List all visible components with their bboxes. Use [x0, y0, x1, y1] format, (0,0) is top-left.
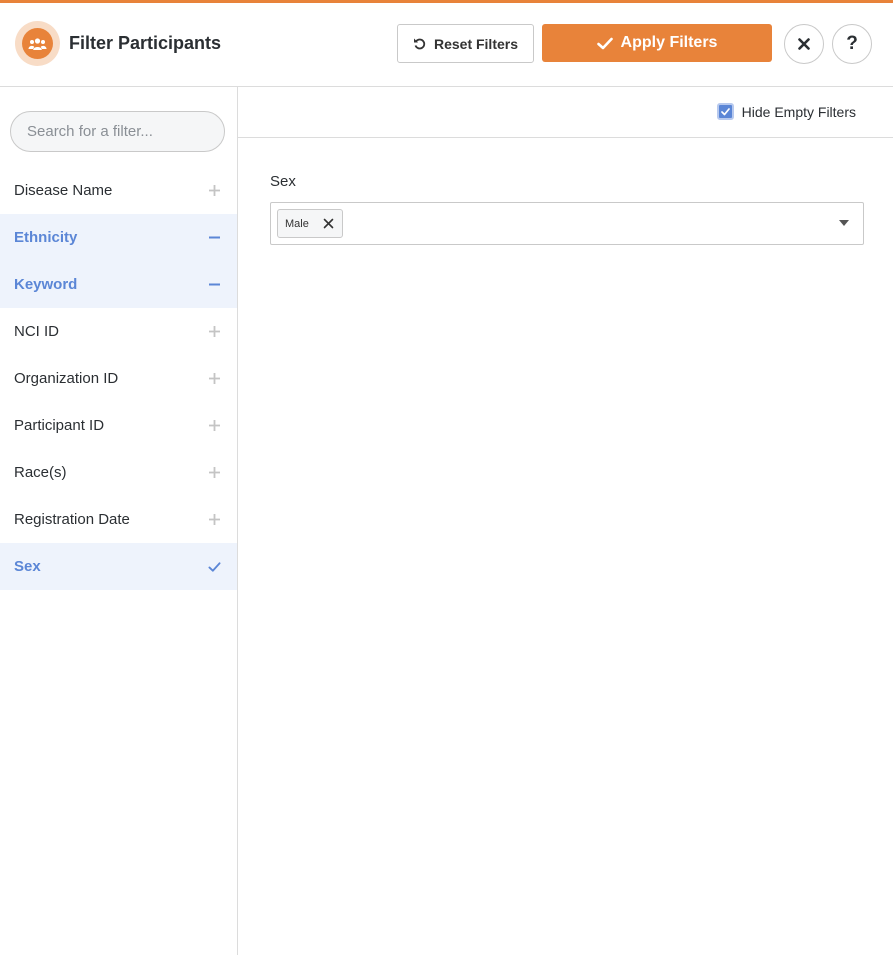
- filter-item-label: Sex: [14, 558, 41, 575]
- filter-item-participant-id[interactable]: Participant ID: [0, 402, 237, 449]
- help-icon: ?: [846, 33, 858, 54]
- plus-icon: [208, 513, 221, 526]
- apply-filters-label: Apply Filters: [620, 34, 718, 51]
- filter-sidebar: Disease Name Ethnicity Keyword NCI ID Or…: [0, 87, 238, 955]
- plus-icon: [208, 184, 221, 197]
- reset-filters-button[interactable]: Reset Filters: [397, 24, 534, 63]
- filter-item-ethnicity[interactable]: Ethnicity: [0, 214, 237, 261]
- filter-item-disease-name[interactable]: Disease Name: [0, 167, 237, 214]
- remove-chip-icon[interactable]: [323, 218, 334, 229]
- check-icon: [596, 37, 613, 49]
- filter-item-registration-date[interactable]: Registration Date: [0, 496, 237, 543]
- chip-label: Male: [285, 217, 309, 230]
- filter-item-label: Keyword: [14, 276, 78, 293]
- check-icon: [208, 560, 221, 573]
- sex-field-label: Sex: [270, 173, 296, 190]
- filter-item-label: Ethnicity: [14, 229, 78, 246]
- dropdown-caret-icon[interactable]: [839, 220, 849, 226]
- filter-item-label: Registration Date: [14, 511, 130, 528]
- plus-icon: [208, 466, 221, 479]
- hide-empty-toggle[interactable]: Hide Empty Filters: [716, 103, 856, 120]
- filter-item-label: Race(s): [14, 464, 67, 481]
- filter-item-races[interactable]: Race(s): [0, 449, 237, 496]
- filter-item-label: Organization ID: [14, 370, 119, 387]
- plus-icon: [208, 372, 221, 385]
- hide-empty-checkbox[interactable]: [716, 103, 734, 120]
- minus-icon: [208, 278, 221, 291]
- filter-search-box[interactable]: [10, 111, 226, 152]
- undo-icon: [413, 38, 426, 50]
- hide-empty-label: Hide Empty Filters: [741, 103, 856, 120]
- checkbox-check-icon: [720, 107, 730, 115]
- plus-icon: [208, 419, 221, 432]
- filter-item-label: Participant ID: [14, 417, 105, 434]
- filter-item-label: Disease Name: [14, 182, 113, 199]
- plus-icon: [208, 325, 221, 338]
- page-title: Filter Participants: [69, 33, 222, 53]
- modal-header: Filter Participants Reset Filters Apply …: [0, 3, 893, 87]
- filter-search-input[interactable]: [27, 123, 226, 140]
- participants-group-icon: [22, 28, 53, 59]
- filter-list: Disease Name Ethnicity Keyword NCI ID Or…: [0, 167, 237, 590]
- sex-multiselect[interactable]: Male: [270, 202, 864, 245]
- close-icon: [798, 38, 810, 50]
- hide-empty-bar: Hide Empty Filters: [238, 87, 893, 138]
- filter-item-organization-id[interactable]: Organization ID: [0, 355, 237, 402]
- selected-value-chip: Male: [277, 209, 343, 238]
- filter-detail-panel: Hide Empty Filters Sex Male: [238, 87, 893, 955]
- filter-item-label: NCI ID: [14, 323, 59, 340]
- help-button[interactable]: ?: [832, 24, 872, 64]
- close-button[interactable]: [784, 24, 824, 64]
- reset-filters-label: Reset Filters: [433, 35, 519, 52]
- apply-filters-button[interactable]: Apply Filters: [542, 24, 772, 62]
- participants-logo: [15, 21, 60, 66]
- filter-item-nci-id[interactable]: NCI ID: [0, 308, 237, 355]
- minus-icon: [208, 231, 221, 244]
- filter-item-sex[interactable]: Sex: [0, 543, 237, 590]
- filter-item-keyword[interactable]: Keyword: [0, 261, 237, 308]
